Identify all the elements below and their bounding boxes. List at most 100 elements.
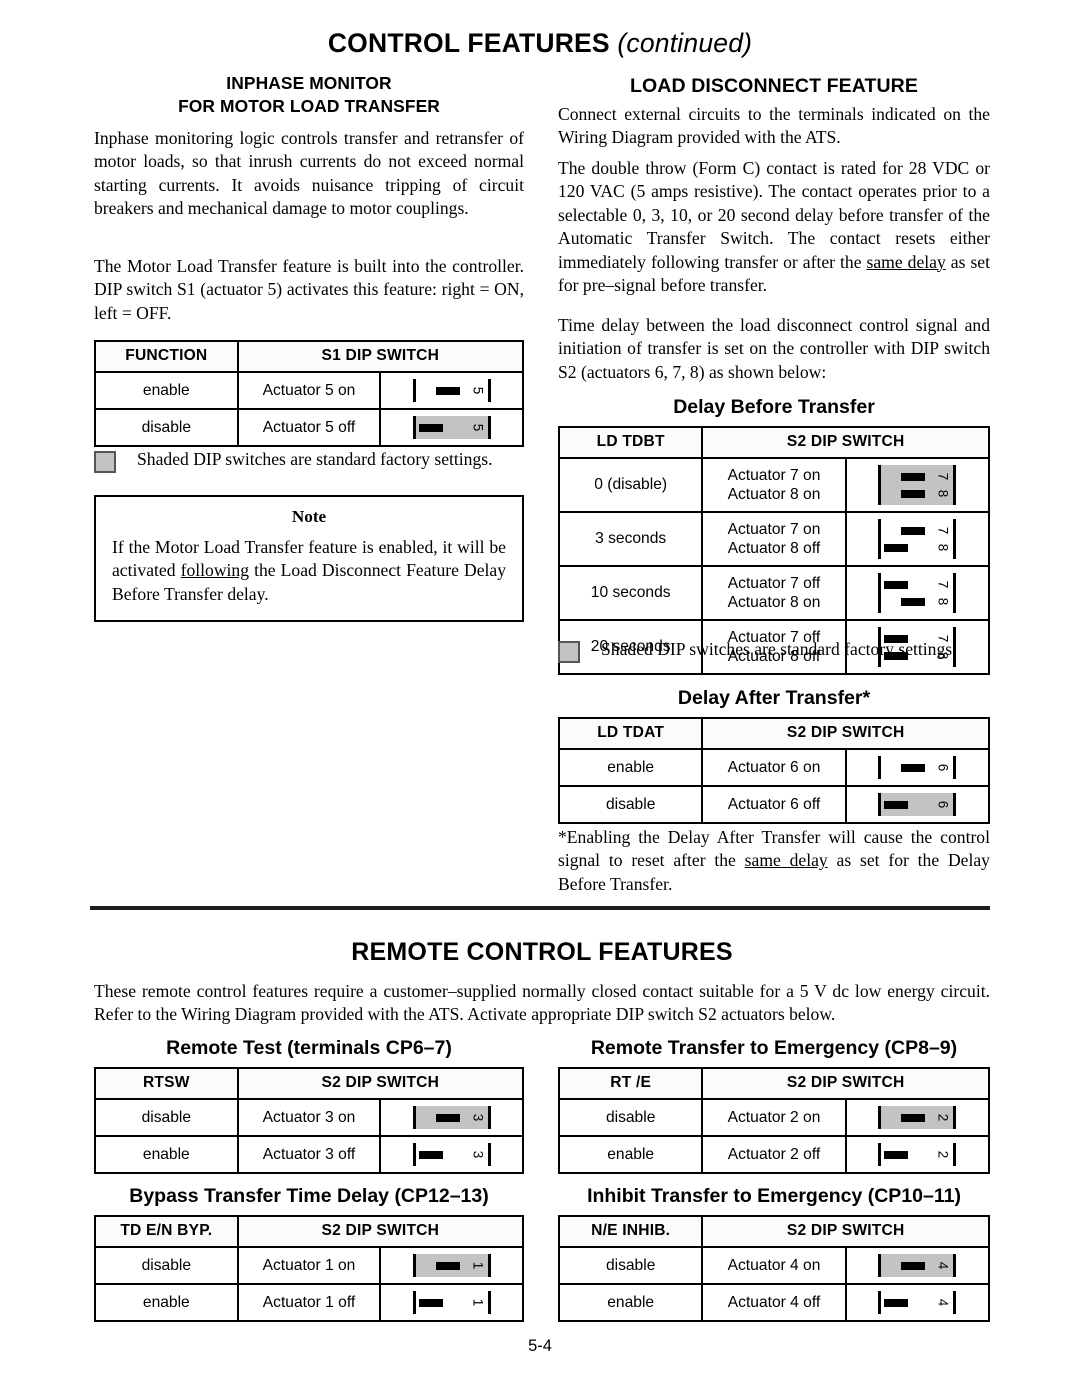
remote-transfer-emergency-table: RT /E S2 DIP SWITCH disable Actuator 2 on… (557, 1067, 991, 1174)
actuator-line: Actuator 7 on (727, 466, 821, 484)
column-header-ld-tdbt: LD TDBT (557, 426, 704, 459)
cell-actuator-value: Actuator 6 on (701, 748, 847, 787)
dip-switch-graphic: 1 (385, 1291, 518, 1314)
left-paragraph-2: The Motor Load Transfer feature is built… (94, 256, 524, 323)
actuator-lines: Actuator 6 off (707, 795, 840, 815)
dip-actuator-number: 6 (935, 800, 951, 809)
cell-function-value: enable (557, 1283, 704, 1322)
remote-transfer-emergency-block: Remote Transfer to Emergency (CP8–9) RT … (557, 1037, 991, 1174)
dip-actuator-number: 2 (935, 1113, 951, 1122)
inhibit-transfer-emergency-table-body: disable Actuator 4 on 4 enable Actuator 4 of… (557, 1246, 991, 1322)
actuator-lines: Actuator 3 on (243, 1108, 376, 1128)
column-header-s2-dip-switch: S2 DIP SWITCH (236, 1067, 525, 1100)
column-header-s2-dip-switch: S2 DIP SWITCH (236, 1215, 525, 1248)
dip-switch-graphic: 78 (851, 465, 984, 505)
actuator-line: Actuator 8 on (727, 594, 821, 611)
actuator-line: Actuator 6 off (727, 795, 821, 813)
note-text: If the Motor Load Transfer feature is en… (112, 536, 506, 606)
s1-table-body: enable Actuator 5 on 5 disable Actuator 5 of… (94, 371, 524, 447)
inphase-monitor-heading-line2: FOR MOTOR LOAD TRANSFER (178, 96, 440, 116)
actuator-line: Actuator 7 off (727, 574, 821, 592)
cell-function-value: 3 seconds (557, 511, 704, 567)
dip-actuator-number: 8 (935, 597, 951, 606)
cell-dip-switch: 5 (379, 408, 524, 447)
dip-switch-body-shaded: 2 (878, 1106, 957, 1129)
delay-before-transfer-block: Delay Before Transfer LD TDBT S2 DIP SWI… (557, 396, 991, 675)
dip-actuator-3: 3 (416, 1146, 488, 1163)
cell-function-value: 10 seconds (557, 565, 704, 621)
dip-switch-graphic: 2 (851, 1106, 984, 1129)
actuator-line: Actuator 3 off (262, 1145, 356, 1163)
actuator-line: Actuator 3 on (262, 1108, 356, 1126)
table-header-row: FUNCTION S1 DIP SWITCH (94, 340, 525, 373)
column-header-s2-dip-switch: S2 DIP SWITCH (701, 717, 990, 750)
dip-actuator-number: 6 (935, 763, 951, 772)
delay-after-transfer-footnote: *Enabling the Delay After Transfer will … (558, 826, 990, 896)
section-divider (90, 906, 990, 910)
dip-switch-body-shaded: 3 (412, 1106, 491, 1129)
actuator-lines: Actuator 2 off (707, 1145, 840, 1165)
tdat-table-body: enable Actuator 6 on 6 disable Actuator 6 of… (557, 748, 991, 824)
table-row: 0 (disable) Actuator 7 on Actuator 8 on 7 8 (557, 457, 991, 513)
actuator-line: Actuator 4 on (727, 1256, 821, 1274)
dip-switch-body: 1 (412, 1291, 491, 1314)
remote-control-intro: These remote control features require a … (94, 981, 990, 1025)
cell-actuator-value: Actuator 7 on Actuator 8 off (701, 511, 847, 567)
cell-function-value: enable (94, 371, 239, 410)
remote-transfer-emergency-title: Remote Transfer to Emergency (CP8–9) (590, 1037, 958, 1059)
cell-function-value: disable (557, 1098, 704, 1137)
cell-actuator-value: Actuator 2 on (701, 1098, 847, 1137)
table-row: disable Actuator 6 off 6 (557, 785, 991, 824)
column-header-s1-dip-switch: S1 DIP SWITCH (236, 340, 525, 373)
cell-function-value: disable (94, 1098, 239, 1137)
column-header-rt-e: RT /E (557, 1067, 704, 1100)
dip-switch-body: 5 (412, 379, 491, 402)
table-row: disable Actuator 4 on 4 (557, 1246, 991, 1285)
actuator-lines: Actuator 2 on (707, 1108, 840, 1128)
cell-actuator-value: Actuator 3 off (236, 1135, 382, 1174)
bypass-transfer-delay-table-body: disable Actuator 1 on 1 enable Actuator 1 of… (94, 1246, 524, 1322)
table-row: disable Actuator 2 on 2 (557, 1098, 991, 1137)
column-header-ne-inhib: N/E INHIB. (557, 1215, 704, 1248)
actuator-line: Actuator 8 on (727, 486, 821, 503)
column-header-rtsw: RTSW (94, 1067, 239, 1100)
table-row: enable Actuator 5 on 5 (94, 371, 524, 410)
dip-actuator-8: 8 (881, 539, 953, 556)
cell-actuator-value: Actuator 1 off (236, 1283, 382, 1322)
actuator-lines: Actuator 4 on (707, 1256, 840, 1276)
dip-actuator-7: 7 (881, 522, 953, 539)
delay-before-transfer-title: Delay Before Transfer (673, 396, 875, 418)
dip-switch-body-shaded: 5 (412, 416, 491, 439)
remote-test-title: Remote Test (terminals CP6–7) (166, 1037, 452, 1059)
dip-switch-graphic: 4 (851, 1291, 984, 1314)
cell-actuator-value: Actuator 4 on (701, 1246, 847, 1285)
column-header-function: FUNCTION (94, 340, 239, 373)
cell-actuator-value: Actuator 3 on (236, 1098, 382, 1137)
actuator-line: Actuator 6 on (727, 758, 821, 776)
cell-function-value: enable (557, 1135, 704, 1174)
shaded-swatch-icon (558, 641, 580, 663)
dip-actuator-number: 4 (935, 1261, 951, 1270)
delay-after-transfer-block: Delay After Transfer* LD TDAT S2 DIP SWI… (557, 687, 991, 824)
actuator-lines: Actuator 3 off (243, 1145, 376, 1165)
dip-switch-graphic: 1 (385, 1254, 518, 1277)
dip-slider-on-icon (901, 1114, 926, 1122)
table-row: enable Actuator 2 off 2 (557, 1135, 991, 1174)
note-title: Note (291, 507, 327, 526)
dip-actuator-6: 6 (881, 759, 953, 776)
table-row: disable Actuator 3 on 3 (94, 1098, 524, 1137)
cell-dip-switch: 3 (379, 1098, 524, 1137)
dip-actuator-number: 1 (470, 1298, 486, 1307)
column-header-ld-tdat: LD TDAT (557, 717, 704, 750)
cell-dip-switch: 5 (379, 371, 524, 410)
dip-slider-on-icon (901, 527, 926, 535)
document-page: CONTROL FEATURES (continued) INPHASE MON… (0, 0, 1080, 1397)
actuator-line: Actuator 1 off (262, 1293, 356, 1311)
table-row: 3 seconds Actuator 7 on Actuator 8 off 7 8 (557, 511, 991, 567)
dip-switch-graphic: 3 (385, 1143, 518, 1166)
dip-actuator-number: 3 (470, 1113, 486, 1122)
cell-function-value: enable (94, 1135, 239, 1174)
dip-actuator-5: 5 (416, 382, 488, 399)
left-shaded-legend: Shaded DIP switches are standard factory… (94, 448, 524, 473)
dip-slider-on-icon (435, 387, 460, 395)
